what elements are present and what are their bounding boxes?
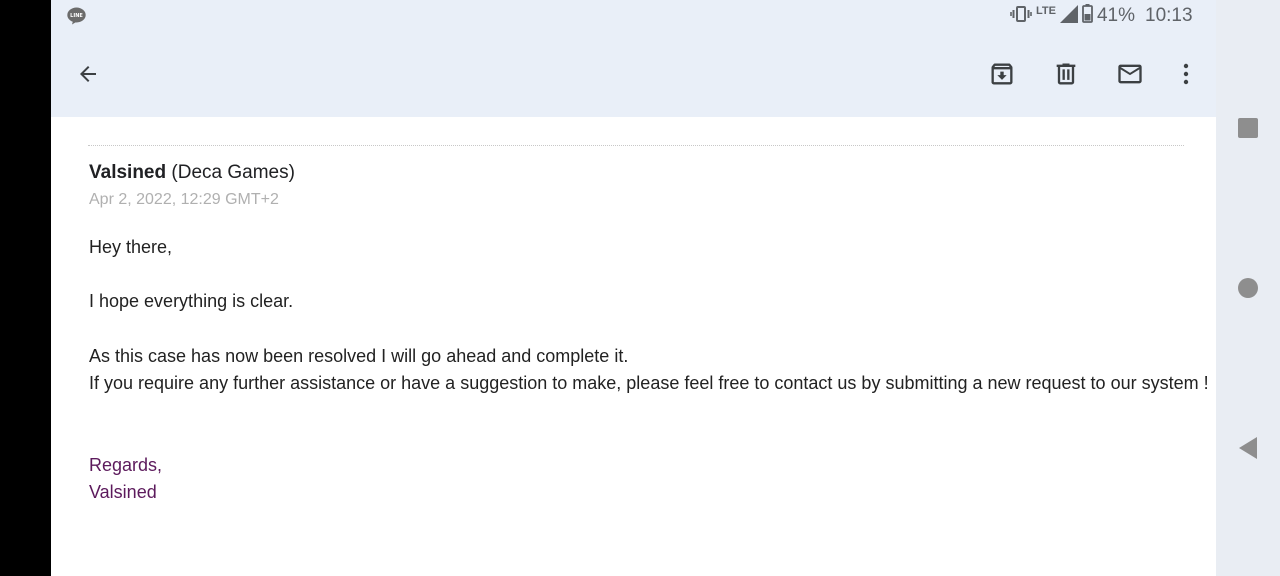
home-icon[interactable] bbox=[1238, 278, 1258, 298]
more-vert-icon[interactable] bbox=[1174, 62, 1198, 86]
delete-icon[interactable] bbox=[1052, 60, 1080, 88]
signature-regards: Regards, bbox=[89, 455, 163, 475]
sender-line: Valsined (Deca Games) bbox=[89, 162, 295, 184]
body-line-assistance: If you require any further assistance or… bbox=[89, 373, 1209, 393]
screen-edge bbox=[0, 0, 51, 576]
signature-name: Valsined bbox=[89, 482, 157, 502]
mark-unread-icon[interactable] bbox=[1115, 60, 1145, 88]
battery-icon bbox=[1082, 4, 1093, 28]
recents-icon[interactable] bbox=[1238, 118, 1258, 138]
battery-percent: 41% bbox=[1096, 5, 1135, 26]
nav-back-icon[interactable] bbox=[1237, 436, 1259, 460]
message-divider bbox=[88, 145, 1184, 146]
line-app-icon: LINE bbox=[67, 7, 86, 25]
clock: 10:13 bbox=[1145, 5, 1193, 26]
message-date: Apr 2, 2022, 12:29 GMT+2 bbox=[89, 191, 279, 208]
vibrate-icon bbox=[1010, 4, 1032, 29]
line-badge-text: LINE bbox=[70, 13, 83, 19]
status-bar: LTE 41% 10:13 bbox=[1010, 4, 1193, 28]
sender-org: (Deca Games) bbox=[171, 162, 295, 183]
body-line-hope: I hope everything is clear. bbox=[89, 291, 294, 311]
body-line-greeting: Hey there, bbox=[89, 237, 173, 257]
back-arrow-icon[interactable] bbox=[76, 62, 100, 86]
network-type: LTE bbox=[1036, 5, 1056, 17]
archive-icon[interactable] bbox=[988, 60, 1016, 88]
signal-icon bbox=[1059, 4, 1078, 28]
sender-name: Valsined bbox=[89, 162, 167, 183]
body-line-resolved: As this case has now been resolved I wil… bbox=[89, 346, 629, 366]
